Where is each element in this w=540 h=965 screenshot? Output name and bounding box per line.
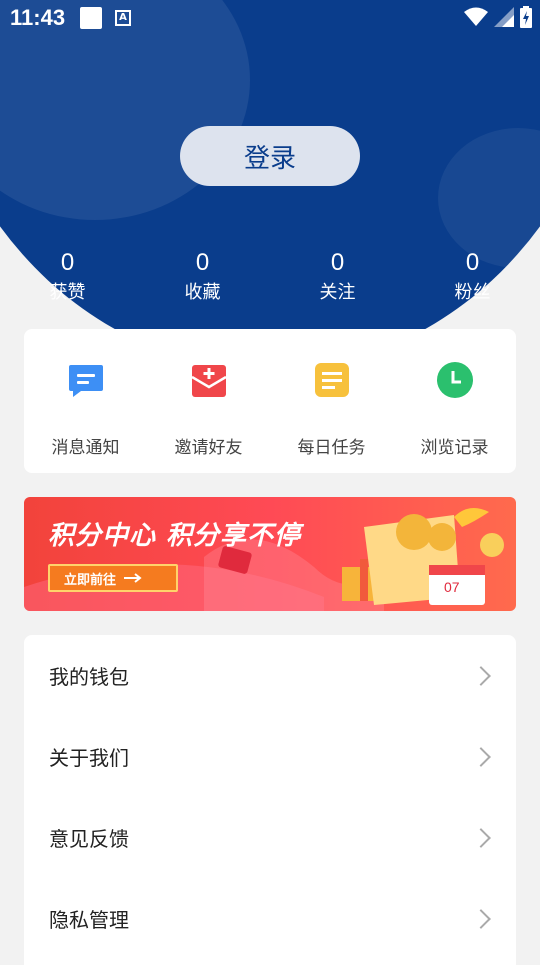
history-clock-icon	[436, 362, 473, 398]
menu-item-feedback[interactable]: 意见反馈	[24, 797, 516, 878]
quick-action-label: 每日任务	[297, 438, 366, 458]
banner-button-label: 立即前往	[64, 572, 117, 588]
quick-action-invite[interactable]: 邀请好友	[147, 329, 270, 473]
status-bar: 11:43 A	[0, 0, 540, 36]
calendar-day: 07	[444, 579, 460, 595]
a-notification-icon: A	[115, 10, 131, 26]
menu-item-label: 隐私管理	[49, 908, 129, 932]
menu-list: 我的钱包 关于我们 意见反馈 隐私管理	[24, 635, 516, 965]
quick-actions-card: 消息通知 邀请好友 每日任务 浏览记录	[24, 329, 516, 473]
chevron-right-icon	[471, 908, 491, 929]
battery-icon	[520, 6, 532, 28]
stat-value: 0	[195, 249, 210, 276]
message-icon	[68, 365, 103, 397]
profile-header: 11:43 A 登录 0 获赞 0 收藏 0 关注 0 粉丝	[0, 0, 540, 370]
stat-fans[interactable]: 0 粉丝	[405, 246, 540, 306]
stat-likes[interactable]: 0 获赞	[0, 246, 135, 306]
arrow-right-icon	[124, 573, 142, 583]
stat-value: 0	[465, 249, 480, 276]
stat-value: 0	[330, 249, 345, 276]
quick-action-history[interactable]: 浏览记录	[393, 329, 516, 473]
cell-signal-icon	[494, 7, 514, 27]
chevron-right-icon	[471, 746, 491, 767]
quick-action-label: 邀请好友	[174, 438, 243, 458]
notification-icon	[80, 7, 102, 29]
menu-item-label: 意见反馈	[49, 827, 129, 851]
quick-action-label: 浏览记录	[420, 438, 489, 458]
stat-label: 关注	[319, 282, 356, 303]
menu-item-about[interactable]: 关于我们	[24, 716, 516, 797]
stat-following[interactable]: 0 关注	[270, 246, 405, 306]
quick-action-daily-tasks[interactable]: 每日任务	[270, 329, 393, 473]
chevron-right-icon	[471, 665, 491, 686]
stat-favorites[interactable]: 0 收藏	[135, 246, 270, 306]
menu-item-wallet[interactable]: 我的钱包	[24, 635, 516, 716]
stat-label: 粉丝	[454, 282, 491, 303]
chevron-right-icon	[471, 827, 491, 848]
menu-item-label: 我的钱包	[49, 665, 129, 689]
menu-item-label: 关于我们	[49, 746, 129, 770]
stat-value: 0	[60, 249, 75, 276]
stat-label: 收藏	[184, 282, 221, 303]
stat-label: 获赞	[49, 282, 86, 303]
task-list-icon	[314, 363, 349, 397]
banner-go-button[interactable]: 立即前往	[48, 564, 178, 592]
menu-item-privacy[interactable]: 隐私管理	[24, 878, 516, 959]
wifi-icon	[464, 7, 488, 26]
banner-title: 积分中心 积分享不停	[48, 521, 302, 551]
login-button[interactable]: 登录	[180, 126, 360, 186]
invite-envelope-icon	[190, 365, 227, 397]
points-center-banner[interactable]: 积分中心 积分享不停 立即前往 07	[24, 497, 516, 611]
status-time: 11:43	[10, 5, 66, 30]
stats-row: 0 获赞 0 收藏 0 关注 0 粉丝	[0, 246, 540, 306]
quick-action-messages[interactable]: 消息通知	[24, 329, 147, 473]
quick-action-label: 消息通知	[51, 438, 120, 458]
